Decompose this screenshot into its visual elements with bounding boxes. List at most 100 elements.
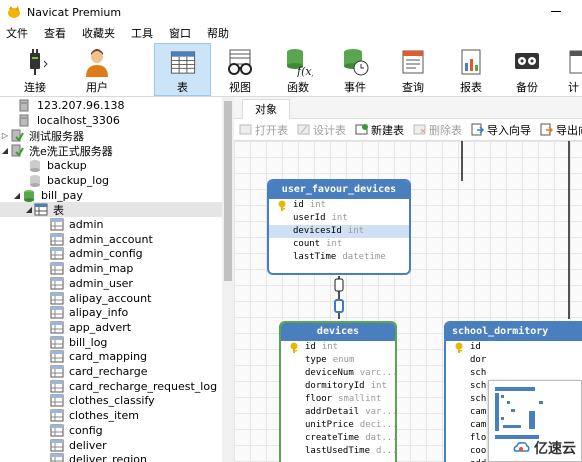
entity-field-row[interactable]: lastUsedTime d... <box>281 445 395 458</box>
chevron-right-icon[interactable]: ▷ <box>0 131 10 141</box>
entity-field-row[interactable]: unitPrice deci... <box>281 419 395 432</box>
entity-field-row[interactable]: sch <box>446 367 582 380</box>
tree-item-server[interactable]: localhost_3306 <box>0 113 222 128</box>
query-label: 查询 <box>402 81 424 94</box>
entity-field-row[interactable]: id int <box>269 199 409 212</box>
entity-field-row[interactable]: deviceNum varc... <box>281 367 395 380</box>
menu-view[interactable]: 查看 <box>36 24 74 43</box>
tree-item-table[interactable]: clothes_classify <box>0 393 222 408</box>
tree-item-table[interactable]: deliver <box>0 438 222 453</box>
event-label: 事件 <box>344 81 366 94</box>
entity-field-row[interactable]: count int <box>269 238 409 251</box>
tree-item-table[interactable]: bill_log <box>0 335 222 350</box>
tree-item-table[interactable]: admin_config <box>0 246 222 261</box>
server-connected-icon <box>11 129 24 142</box>
entity-devices[interactable]: devices id int type enum deviceNum varc... dor… <box>279 321 397 462</box>
entity-field-row[interactable]: dor <box>446 354 582 367</box>
entity-field-row[interactable]: type enum <box>281 354 395 367</box>
entity-field-row[interactable]: devicesId int <box>269 225 409 238</box>
tree-item-table[interactable]: admin_map <box>0 261 222 276</box>
table-icon <box>50 350 64 363</box>
schedule-button[interactable]: 计 <box>562 43 582 96</box>
connect-button[interactable]: 连接 <box>8 43 62 96</box>
field-name: floor <box>305 394 333 404</box>
chevron-down-icon[interactable]: ◢ <box>24 205 34 215</box>
entity-title: devices <box>281 323 395 341</box>
sidebar-scrollbar[interactable] <box>222 97 234 462</box>
entity-field-row[interactable]: dormitoryId int <box>281 380 395 393</box>
table-icon <box>50 336 64 349</box>
tree-item-table[interactable]: card_recharge <box>0 364 222 379</box>
tree-item-server[interactable]: ▷ 测试服务器 <box>0 128 222 143</box>
tab-bar: 对象 <box>234 97 582 119</box>
event-clock-icon <box>344 49 369 76</box>
entity-field-row[interactable]: createTime dat... <box>281 432 395 445</box>
entity-field-row[interactable]: userId int <box>269 212 409 225</box>
tree-item-table[interactable]: admin <box>0 217 222 232</box>
tree-item-table[interactable]: admin_account <box>0 232 222 247</box>
tree-item-database[interactable]: ◢ bill_pay <box>0 188 222 203</box>
entity-field-row[interactable]: addrDetail var... <box>281 406 395 419</box>
function-button[interactable]: f(x) 函数 <box>275 43 321 96</box>
new-table-button[interactable]: 新建表 <box>355 122 404 138</box>
entity-field-row[interactable]: id <box>446 341 582 354</box>
view-button[interactable]: 视图 <box>217 43 263 96</box>
field-type: dat... <box>365 433 397 443</box>
field-name: id <box>305 342 316 352</box>
tree-item-table[interactable]: card_mapping <box>0 349 222 364</box>
tree-item-table[interactable]: card_recharge_request_log <box>0 379 222 394</box>
table-icon <box>50 380 64 393</box>
tree-item-table[interactable]: deliver_region <box>0 452 222 462</box>
menu-file[interactable]: 文件 <box>0 24 36 43</box>
entity-field-row[interactable]: id int <box>281 341 395 354</box>
tree-item-database[interactable]: backup_log <box>0 173 222 188</box>
er-diagram-canvas[interactable]: user_favour_devices id int userId int device… <box>234 141 582 462</box>
backup-button[interactable]: 备份 <box>504 43 550 96</box>
watermark-logo: 亿速云 <box>512 438 576 458</box>
menu-tools[interactable]: 工具 <box>123 24 161 43</box>
entity-field-row[interactable]: floor smallint <box>281 393 395 406</box>
user-label: 用户 <box>86 81 108 94</box>
table-button[interactable]: 表 <box>154 43 211 96</box>
minimize-button[interactable] <box>550 5 562 17</box>
menu-window[interactable]: 窗口 <box>161 24 199 43</box>
design-table-button[interactable]: 设计表 <box>297 122 346 138</box>
tree-item-database[interactable]: backup <box>0 158 222 173</box>
delete-table-label: 删除表 <box>429 123 462 137</box>
database-icon <box>30 175 40 187</box>
view-label: 视图 <box>229 81 251 94</box>
tree-item-server[interactable]: ◢ 洗e洗正式服务器 <box>0 143 222 158</box>
tree-item-table[interactable]: config <box>0 423 222 438</box>
user-button[interactable]: 用户 <box>72 43 122 96</box>
menu-bar: 文件 查看 收藏夹 工具 窗口 帮助 <box>0 24 582 43</box>
tree-item-table[interactable]: admin_user <box>0 276 222 291</box>
chevron-down-icon[interactable]: ◢ <box>0 146 10 156</box>
export-wizard-button[interactable]: 导出向导 <box>540 122 582 138</box>
tree-item-label: admin_user <box>69 276 133 290</box>
import-wizard-button[interactable]: 导入向导 <box>471 122 531 138</box>
tab-objects[interactable]: 对象 <box>242 99 290 119</box>
tree-item-tables-folder[interactable]: ◢ 表 <box>0 202 222 217</box>
entity-user-favour-devices[interactable]: user_favour_devices id int userId int device… <box>267 179 411 275</box>
event-button[interactable]: 事件 <box>332 43 378 96</box>
tree-item-table[interactable]: clothes_item <box>0 408 222 423</box>
chevron-down-icon[interactable]: ◢ <box>12 191 22 201</box>
tree-item-label: 123.207.96.138 <box>37 99 125 112</box>
export-wizard-icon <box>540 123 553 136</box>
title-bar: Navicat Premium <box>0 0 582 24</box>
server-icon <box>19 114 29 127</box>
tree-item-table[interactable]: alipay_info <box>0 305 222 320</box>
tree-item-table[interactable]: alipay_account <box>0 291 222 306</box>
menu-help[interactable]: 帮助 <box>199 24 237 43</box>
scrollbar-thumb[interactable] <box>224 101 232 281</box>
query-button[interactable]: 查询 <box>390 43 436 96</box>
delete-table-button[interactable]: 删除表 <box>413 122 462 138</box>
field-type: int <box>347 226 365 236</box>
import-wizard-icon <box>471 123 484 136</box>
tree-item-server[interactable]: 123.207.96.138 <box>0 98 222 113</box>
report-button[interactable]: 报表 <box>448 43 494 96</box>
entity-field-row[interactable]: lastTime datetime <box>269 251 409 264</box>
tree-item-table[interactable]: app_advert <box>0 320 222 335</box>
open-table-button[interactable]: 打开表 <box>239 122 288 138</box>
menu-favorites[interactable]: 收藏夹 <box>74 24 123 43</box>
